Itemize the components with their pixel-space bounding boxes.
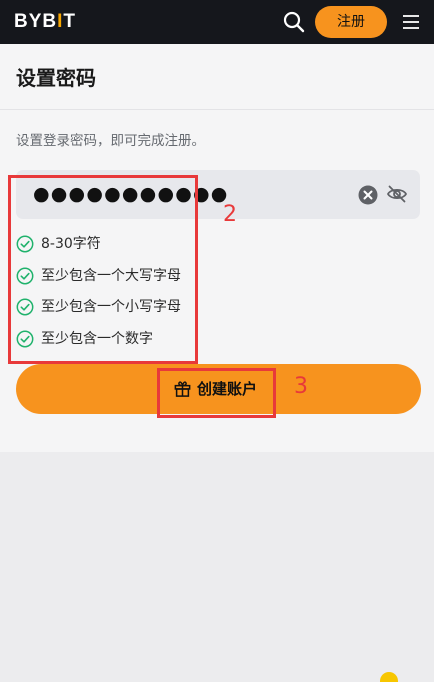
check-circle-icon [16, 267, 34, 285]
divider [0, 109, 434, 110]
logo-text-b: T [63, 11, 77, 32]
requirement-text: 至少包含一个大写字母 [41, 268, 181, 284]
hamburger-menu-icon [403, 15, 419, 29]
password-input[interactable]: ●●●●●●●●●●● [16, 170, 420, 219]
bybit-logo[interactable]: BYBIT [14, 12, 76, 32]
toggle-visibility-button[interactable] [386, 183, 408, 205]
logo-text-a: BYB [14, 11, 58, 32]
requirement-item: 至少包含一个大写字母 [16, 266, 276, 286]
password-masked-value: ●●●●●●●●●●● [33, 183, 229, 205]
eye-off-icon [386, 185, 408, 203]
set-password-panel: 设置密码 设置登录密码，即可完成注册。 ●●●●●●●●●●● 8-30字符 至… [0, 44, 434, 452]
search-icon [283, 11, 305, 33]
signup-button[interactable]: 注册 [315, 6, 387, 38]
search-button[interactable] [281, 9, 307, 35]
annotation-number-2: 2 [223, 202, 237, 227]
instruction-text: 设置登录密码，即可完成注册。 [16, 133, 205, 149]
annotation-number-3: 3 [294, 374, 308, 399]
page-title: 设置密码 [16, 66, 96, 90]
create-account-button[interactable]: 创建账户 [16, 364, 421, 414]
requirement-item: 8-30字符 [16, 234, 276, 254]
requirement-item: 至少包含一个数字 [16, 329, 276, 349]
clear-icon [358, 185, 378, 205]
requirement-text: 至少包含一个小写字母 [41, 299, 181, 315]
clear-password-button[interactable] [358, 185, 378, 205]
create-account-label: 创建账户 [197, 380, 258, 398]
menu-button[interactable] [400, 11, 422, 33]
check-circle-icon [16, 235, 34, 253]
requirement-item: 至少包含一个小写字母 [16, 297, 276, 317]
top-navigation-bar: BYBIT 注册 [0, 0, 434, 44]
floating-widget-edge [380, 672, 398, 682]
check-circle-icon [16, 330, 34, 348]
gift-icon [174, 381, 191, 397]
requirement-text: 8-30字符 [41, 236, 101, 252]
check-circle-icon [16, 298, 34, 316]
requirement-text: 至少包含一个数字 [41, 331, 153, 347]
